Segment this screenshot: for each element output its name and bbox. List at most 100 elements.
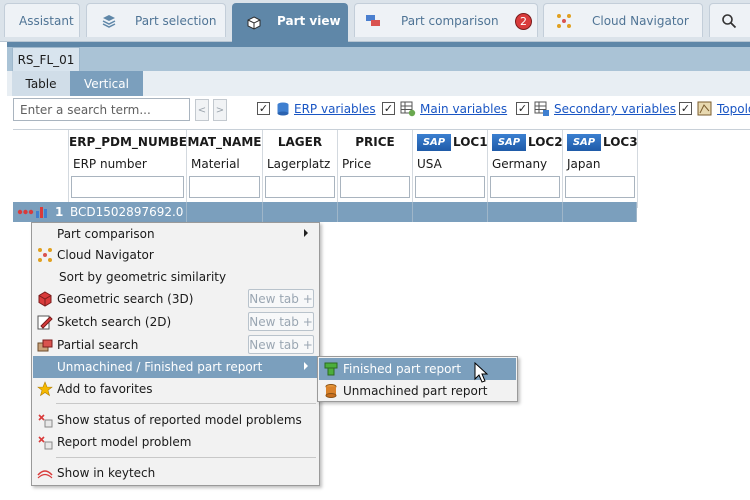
new-tab-button[interactable]: New tab + — [248, 335, 314, 354]
tab-part-view[interactable]: Part view — [232, 3, 348, 42]
tab-vertical[interactable]: Vertical — [70, 71, 143, 96]
menu-item-show-status[interactable]: Show status of reported model problems — [33, 409, 318, 431]
submenu-arrow-icon — [304, 229, 308, 237]
context-menu: Part comparison Cloud Navigator Sort by … — [31, 222, 320, 486]
tab-assistant-label: Assistant — [19, 14, 74, 28]
prev-result-button[interactable]: < — [195, 99, 209, 121]
menu-item-label: Show status of reported model problems — [57, 413, 302, 427]
cell-material[interactable] — [187, 202, 263, 222]
erp-variables-link[interactable]: ERP variables — [294, 102, 376, 116]
topology-checkbox[interactable]: ✓ — [679, 102, 692, 115]
next-result-button[interactable]: > — [213, 99, 227, 121]
menu-item-label: Geometric search (3D) — [57, 292, 194, 306]
menu-item-sort-geometric[interactable]: Sort by geometric similarity — [33, 266, 318, 288]
secondary-variables-link[interactable]: Secondary variables — [554, 102, 676, 116]
menu-item-add-favorites[interactable]: Add to favorites — [33, 378, 318, 400]
row-index: 1 — [55, 205, 64, 219]
keytech-icon — [37, 470, 53, 479]
menu-item-show-keytech[interactable]: Show in keytech — [33, 462, 318, 484]
column-header-loc3[interactable]: SAP LOC3 Japan — [563, 130, 638, 208]
compare-icon — [366, 15, 380, 26]
tab-part-comparison-label: Part comparison — [401, 14, 499, 28]
row-header-corner — [13, 130, 69, 202]
cell-value: BCD1502897692.0 — [70, 205, 184, 219]
report-problem-icon — [38, 436, 53, 450]
new-tab-button[interactable]: New tab + — [248, 289, 314, 308]
menu-item-label: Unmachined part report — [343, 384, 488, 398]
menu-item-label: Show in keytech — [57, 466, 156, 480]
model-problem-status-icon — [38, 414, 53, 428]
tab-search[interactable] — [709, 3, 750, 37]
cell-loc3[interactable] — [563, 202, 637, 222]
tab-assistant[interactable]: Assistant — [4, 3, 80, 37]
column-label: USA — [417, 157, 442, 171]
cell-erp-number[interactable]: BCD1502897692.0 — [69, 202, 187, 222]
menu-item-sketch-search[interactable]: Sketch search (2D) New tab + — [33, 311, 318, 333]
main-variables-checkbox[interactable]: ✓ — [382, 102, 395, 115]
column-name: ERP_PDM_NUMBER — [69, 135, 197, 149]
column-name: LOC2 — [528, 135, 563, 149]
cell-lager[interactable] — [263, 202, 338, 222]
column-label: Japan — [567, 157, 601, 171]
submenu-arrow-icon — [304, 362, 308, 370]
tab-cloud-navigator[interactable]: Cloud Navigator — [543, 3, 703, 37]
stack-icon — [102, 15, 116, 28]
cloud-navigator-icon — [38, 248, 52, 262]
tab-part-comparison[interactable]: Part comparison 2 — [354, 3, 538, 37]
table-row[interactable]: 1 BCD1502897692.0 — [13, 202, 637, 222]
erp-variables-checkbox[interactable]: ✓ — [257, 102, 270, 115]
column-filter-input[interactable] — [490, 176, 560, 198]
column-header-price[interactable]: PRICE Price — [338, 130, 413, 208]
column-label: Lagerplatz — [267, 157, 331, 171]
column-filter-input[interactable] — [265, 176, 335, 198]
tab-table[interactable]: Table — [12, 71, 70, 96]
column-filter-input[interactable] — [189, 176, 260, 198]
cube-icon — [247, 16, 261, 30]
menu-item-partial-search[interactable]: Partial search New tab + — [33, 334, 318, 356]
column-filter-input[interactable] — [565, 176, 635, 198]
column-filter-input[interactable] — [71, 176, 184, 198]
cell-price[interactable] — [338, 202, 413, 222]
topology-link[interactable]: Topolo — [717, 102, 750, 116]
column-name: PRICE — [355, 135, 395, 149]
menu-item-label: Report model problem — [57, 435, 192, 449]
search-input[interactable] — [13, 98, 190, 121]
menu-separator — [56, 403, 316, 404]
menu-item-report-problem[interactable]: Report model problem — [33, 431, 318, 453]
column-name: LAGER — [277, 135, 323, 149]
column-header-erp-pdm-number[interactable]: ERP_PDM_NUMBER ERP number — [69, 130, 197, 208]
comparison-count-badge: 2 — [515, 13, 532, 30]
menu-item-unmachined-report[interactable]: Unmachined / Finished part report — [33, 356, 318, 378]
finished-part-icon — [324, 362, 338, 376]
column-header-loc1[interactable]: SAP LOC1 USA — [413, 130, 488, 208]
sap-logo: SAP — [567, 134, 601, 151]
secondary-variables-checkbox[interactable]: ✓ — [516, 102, 529, 115]
column-filter-input[interactable] — [415, 176, 485, 198]
column-filter-input[interactable] — [340, 176, 410, 198]
menu-item-label: Part comparison — [57, 227, 155, 241]
geometric-search-icon — [38, 291, 52, 307]
secondary-table-icon — [534, 101, 549, 116]
star-icon — [37, 381, 53, 397]
file-tab-rs-fl-01[interactable]: RS_FL_01 — [12, 47, 80, 71]
column-header-loc2[interactable]: SAP LOC2 Germany — [488, 130, 563, 208]
mouse-cursor-icon — [474, 362, 489, 383]
menu-item-part-comparison[interactable]: Part comparison — [33, 223, 318, 245]
cell-loc1[interactable] — [413, 202, 488, 222]
column-name: MAT_NAME — [187, 135, 262, 149]
column-label: Material — [191, 157, 240, 171]
tab-part-selection[interactable]: Part selection — [86, 3, 226, 37]
menu-item-label: Sort by geometric similarity — [59, 270, 227, 284]
tab-part-selection-label: Part selection — [135, 14, 217, 28]
menu-item-label: Cloud Navigator — [57, 248, 154, 262]
cell-loc2[interactable] — [488, 202, 563, 222]
menu-item-geometric-search[interactable]: Geometric search (3D) New tab + — [33, 288, 318, 310]
column-label: ERP number — [73, 157, 147, 171]
sap-logo: SAP — [492, 134, 526, 151]
column-header-lager[interactable]: LAGER Lagerplatz — [263, 130, 338, 208]
new-tab-button[interactable]: New tab + — [248, 312, 314, 331]
menu-item-label: Partial search — [57, 338, 139, 352]
column-header-mat-name[interactable]: MAT_NAME Material — [187, 130, 263, 208]
main-variables-link[interactable]: Main variables — [420, 102, 507, 116]
menu-item-cloud-navigator[interactable]: Cloud Navigator — [33, 244, 318, 266]
